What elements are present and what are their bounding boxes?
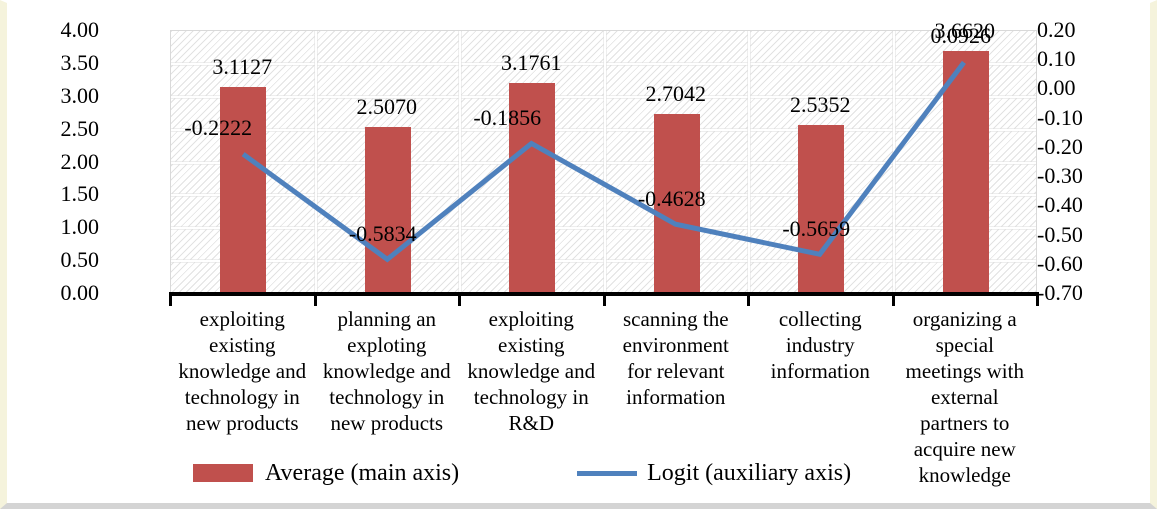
secondary-y-tick-label: -0.10	[1037, 104, 1083, 130]
category-label-line: industry	[785, 333, 855, 357]
secondary-y-tick-label: 0.00	[1037, 75, 1076, 101]
legend-label: Average (main axis)	[265, 460, 460, 486]
category-label-line: meetings with	[905, 359, 1024, 383]
category-label-line: technology in	[473, 385, 589, 409]
legend-line-swatch-icon	[577, 470, 638, 476]
category-label: exploiting existing knowledge and technolog…	[170, 306, 315, 436]
category-label: exploiting existing knowledge and technolog…	[459, 306, 604, 436]
primary-y-tick-label: 3.00	[60, 82, 100, 108]
secondary-y-tick-label: -0.40	[1037, 192, 1083, 218]
category-label-line: special	[935, 333, 994, 357]
bar	[364, 127, 411, 292]
x-axis-tick	[602, 292, 606, 306]
category-label-line: existing	[209, 333, 276, 357]
legend-label: Logit (auxiliary axis)	[647, 460, 852, 486]
category-label-line: partners to	[920, 411, 1010, 435]
category-label-line: exploiting	[488, 307, 574, 331]
bar-data-label: 3.1761	[501, 50, 562, 76]
chart-figure: 4.00 3.50 3.00 2.50 2.00 1.50 1.00 0.50 0.00 0.2…	[0, 0, 1157, 509]
primary-y-tick-label: 2.00	[60, 148, 100, 174]
bar	[798, 125, 845, 292]
gridline-vertical	[892, 31, 895, 292]
category-label-line: knowledge	[918, 463, 1011, 487]
line-data-label: -0.5834	[348, 220, 417, 246]
primary-y-tick-label: 2.50	[60, 115, 100, 141]
secondary-y-tick-label: -0.50	[1037, 221, 1083, 247]
x-axis-tick	[747, 292, 750, 306]
x-axis-tick	[169, 292, 172, 306]
category-label-line: information	[626, 385, 726, 409]
category-label-line: existing	[498, 333, 565, 357]
bar-data-label: 2.5352	[790, 92, 851, 118]
line-data-label: -0.1856	[473, 104, 542, 130]
category-label-line: knowledge and	[467, 359, 596, 383]
category-label-line: organizing a	[912, 307, 1017, 331]
bar	[942, 51, 989, 292]
legend-entry[interactable]: Logit (auxiliary axis)	[577, 461, 851, 485]
category-label-line: planning an	[337, 307, 437, 331]
gridline-vertical	[314, 31, 317, 292]
secondary-y-tick-label: 0.20	[1037, 17, 1076, 42]
bar-data-label: 3.1127	[212, 54, 273, 80]
category-label-line: exploiting	[199, 307, 285, 331]
gridline-vertical	[748, 31, 750, 292]
category-label-line: information	[770, 359, 870, 383]
category-label: scanning the environment for relevant infor…	[604, 306, 749, 410]
secondary-y-tick-label: -0.70	[1037, 280, 1083, 305]
legend-bar-swatch-icon	[193, 464, 253, 482]
category-label: collecting industry information	[748, 306, 893, 384]
category-label-line: knowledge and	[178, 359, 307, 383]
x-axis-tick	[891, 292, 895, 306]
category-label-line: exploting	[347, 333, 427, 357]
line-data-label: -0.2222	[184, 115, 253, 141]
primary-y-tick-label: 0.50	[60, 247, 100, 273]
secondary-y-tick-label: -0.30	[1037, 163, 1083, 189]
secondary-y-tick-label: 0.10	[1037, 46, 1076, 72]
category-label-line: knowledge and	[322, 359, 451, 383]
primary-y-tick-label: 0.00	[60, 280, 100, 305]
category-label-line: new products	[185, 411, 299, 435]
x-axis-tick	[313, 292, 317, 306]
category-label-line: environment	[622, 333, 729, 357]
category-label: organizing a special meetings with external…	[893, 306, 1038, 488]
primary-y-tick-label: 4.00	[60, 17, 100, 42]
gridline-vertical	[603, 31, 606, 292]
secondary-y-tick-label: -0.60	[1037, 250, 1083, 276]
category-label-line: scanning the	[622, 307, 729, 331]
category-label-line: new products	[330, 411, 444, 435]
primary-y-tick-label: 1.00	[60, 214, 100, 240]
line-data-label: 0.0926	[930, 23, 992, 49]
category-label-line: for relevant	[627, 359, 725, 383]
category-label-line: external	[930, 385, 999, 409]
category-label-line: acquire new	[913, 437, 1016, 461]
x-axis-tick	[1036, 292, 1039, 306]
x-axis-tick	[458, 292, 461, 306]
category-label-line: technology in	[329, 385, 445, 409]
bar-data-label: 2.7042	[645, 81, 707, 107]
chart-canvas: 4.00 3.50 3.00 2.50 2.00 1.50 1.00 0.50 0.00 0.2…	[7, 3, 1150, 503]
line-data-label: -0.5659	[782, 215, 851, 241]
line-data-label: -0.4628	[637, 185, 706, 211]
chart-legend: Average (main axis) Logit (auxiliary axis…	[193, 461, 851, 485]
category-label: planning an exploting knowledge and technol…	[315, 306, 460, 436]
secondary-y-tick-label: -0.20	[1037, 133, 1083, 159]
category-label-line: technology in	[184, 385, 300, 409]
category-label-line: R&D	[508, 411, 554, 435]
legend-entry[interactable]: Average (main axis)	[193, 461, 459, 485]
primary-y-tick-label: 1.50	[60, 181, 100, 207]
category-label-line: collecting	[778, 307, 862, 331]
primary-y-tick-label: 3.50	[60, 49, 100, 75]
